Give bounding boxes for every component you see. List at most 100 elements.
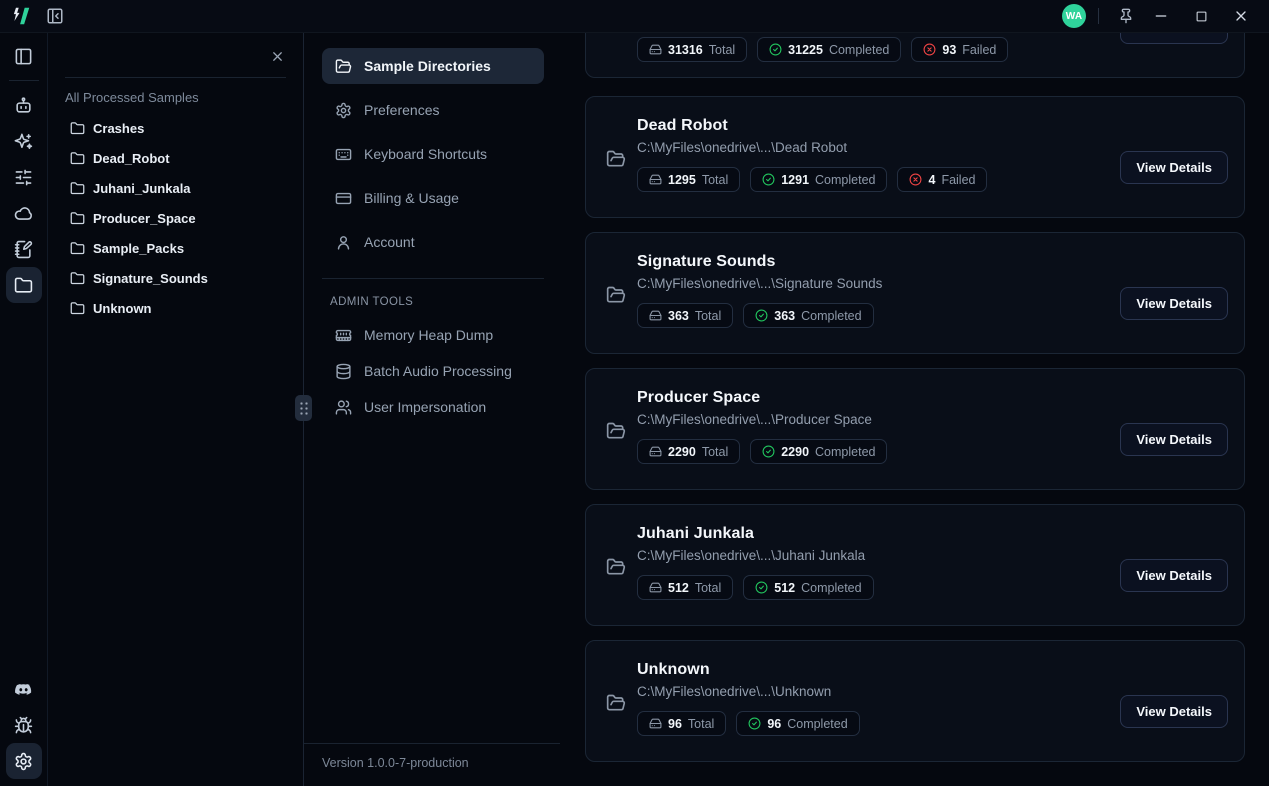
badge-count: 31316	[668, 43, 703, 57]
view-details-button[interactable]: View Details	[1120, 695, 1228, 728]
keyboard-icon	[335, 146, 352, 163]
badge-label: Failed	[941, 173, 975, 187]
titlebar-separator	[1098, 8, 1099, 24]
panel-divider	[303, 33, 304, 786]
folder-open-icon	[606, 693, 626, 713]
total-badge: 31316 Total	[637, 37, 747, 62]
rail-bot-button[interactable]	[6, 87, 42, 123]
directory-card: Signature Sounds C:\MyFiles\onedrive\...…	[585, 232, 1245, 354]
settings-nav-list: Sample Directories Preferences Keyboard …	[304, 48, 560, 268]
badge-count: 31225	[788, 43, 823, 57]
check-circle-icon	[762, 445, 775, 458]
rail-sliders-button[interactable]	[6, 159, 42, 195]
sample-folder-item[interactable]: Dead_Robot	[48, 143, 303, 173]
directory-card: Producer Space C:\MyFiles\onedrive\...\P…	[585, 368, 1245, 490]
rail-bug-button[interactable]	[6, 707, 42, 743]
view-details-button[interactable]: View Details	[1120, 33, 1228, 44]
nav-item-label: Account	[364, 234, 415, 250]
admin-section-divider	[322, 278, 544, 279]
directory-badges: 363 Total 363 Completed	[637, 303, 1120, 328]
folder-open-icon	[335, 58, 352, 75]
x-circle-icon	[923, 43, 936, 56]
folder-icon	[14, 276, 33, 295]
sidebar-collapse-button[interactable]	[40, 3, 70, 29]
directory-path: C:\MyFiles\onedrive\...\Unknown	[637, 684, 1120, 699]
sample-folder-item[interactable]: Crashes	[48, 113, 303, 143]
rail-folder-button[interactable]	[6, 267, 42, 303]
rail-discord-button[interactable]	[6, 671, 42, 707]
sample-folder-label: Producer_Space	[93, 211, 196, 226]
directory-path: C:\MyFiles\onedrive\...\Producer Space	[637, 412, 1120, 427]
icon-rail	[0, 33, 48, 786]
directory-badges: 96 Total 96 Completed	[637, 711, 1120, 736]
sample-folder-item[interactable]: Signature_Sounds	[48, 263, 303, 293]
badge-label: Failed	[962, 43, 996, 57]
sample-folder-label: Dead_Robot	[93, 151, 170, 166]
directory-path: C:\MyFiles\onedrive\...\Dead Robot	[637, 140, 1120, 155]
sample-folder-item[interactable]: Producer_Space	[48, 203, 303, 233]
folder-open-icon	[606, 421, 626, 441]
rail-gear-button[interactable]	[6, 743, 42, 779]
view-details-button[interactable]: View Details	[1120, 559, 1228, 592]
check-circle-icon	[762, 173, 775, 186]
nav-item-account[interactable]: Account	[322, 224, 544, 260]
nav-item-user-impersonation[interactable]: User Impersonation	[322, 389, 544, 425]
rail-sparkles-button[interactable]	[6, 123, 42, 159]
memory-icon	[335, 327, 352, 344]
badge-label: Completed	[829, 43, 889, 57]
folder-icon	[70, 181, 85, 196]
folder-open-icon	[606, 149, 626, 169]
badge-count: 4	[928, 173, 935, 187]
folder-icon	[70, 121, 85, 136]
user-icon	[335, 234, 352, 251]
directory-card: Juhani Junkala C:\MyFiles\onedrive\...\J…	[585, 504, 1245, 626]
directory-path: C:\MyFiles\onedrive\...\Signature Sounds	[637, 276, 1120, 291]
view-details-button[interactable]: View Details	[1120, 151, 1228, 184]
drive-icon	[649, 445, 662, 458]
maximize-button[interactable]	[1181, 1, 1221, 31]
user-avatar[interactable]: WA	[1062, 4, 1086, 28]
credit-card-icon	[335, 190, 352, 207]
drive-icon	[649, 717, 662, 730]
rail-notebook-pen-button[interactable]	[6, 231, 42, 267]
rail-cloud-button[interactable]	[6, 195, 42, 231]
sample-folder-item[interactable]: Sample_Packs	[48, 233, 303, 263]
nav-item-preferences[interactable]: Preferences	[322, 92, 544, 128]
panel-left-icon	[14, 47, 33, 66]
sample-folder-item[interactable]: Juhani_Junkala	[48, 173, 303, 203]
completed-badge: 363 Completed	[743, 303, 873, 328]
gear-icon	[335, 102, 352, 119]
total-badge: 96 Total	[637, 711, 726, 736]
completed-badge: 31225 Completed	[757, 37, 901, 62]
completed-badge: 512 Completed	[743, 575, 873, 600]
close-window-button[interactable]	[1221, 1, 1261, 31]
pin-icon	[1118, 8, 1134, 24]
nav-item-sample-directories[interactable]: Sample Directories	[322, 48, 544, 84]
minimize-button[interactable]	[1141, 1, 1181, 31]
view-details-button[interactable]: View Details	[1120, 287, 1228, 320]
close-panel-button[interactable]	[268, 47, 286, 65]
directory-title: Juhani Junkala	[637, 525, 1120, 543]
nav-item-billing-usage[interactable]: Billing & Usage	[322, 180, 544, 216]
badge-count: 1291	[781, 173, 809, 187]
nav-item-label: Sample Directories	[364, 58, 491, 74]
drive-icon	[649, 173, 662, 186]
folder-icon	[70, 211, 85, 226]
completed-badge: 2290 Completed	[750, 439, 887, 464]
sample-folder-label: Signature_Sounds	[93, 271, 208, 286]
sample-folder-item[interactable]: Unknown	[48, 293, 303, 323]
nav-item-memory-heap-dump[interactable]: Memory Heap Dump	[322, 317, 544, 353]
drive-icon	[649, 581, 662, 594]
gear-icon	[14, 752, 33, 771]
badge-count: 1295	[668, 173, 696, 187]
nav-item-keyboard-shortcuts[interactable]: Keyboard Shortcuts	[322, 136, 544, 172]
total-badge: 2290 Total	[637, 439, 740, 464]
failed-badge: 4 Failed	[897, 167, 987, 192]
badge-count: 363	[668, 309, 689, 323]
pin-window-button[interactable]	[1111, 3, 1141, 29]
badge-count: 2290	[668, 445, 696, 459]
nav-item-batch-audio-processing[interactable]: Batch Audio Processing	[322, 353, 544, 389]
rail-panel-left-button[interactable]	[6, 38, 42, 74]
panel-resize-grip[interactable]	[295, 395, 312, 421]
view-details-button[interactable]: View Details	[1120, 423, 1228, 456]
